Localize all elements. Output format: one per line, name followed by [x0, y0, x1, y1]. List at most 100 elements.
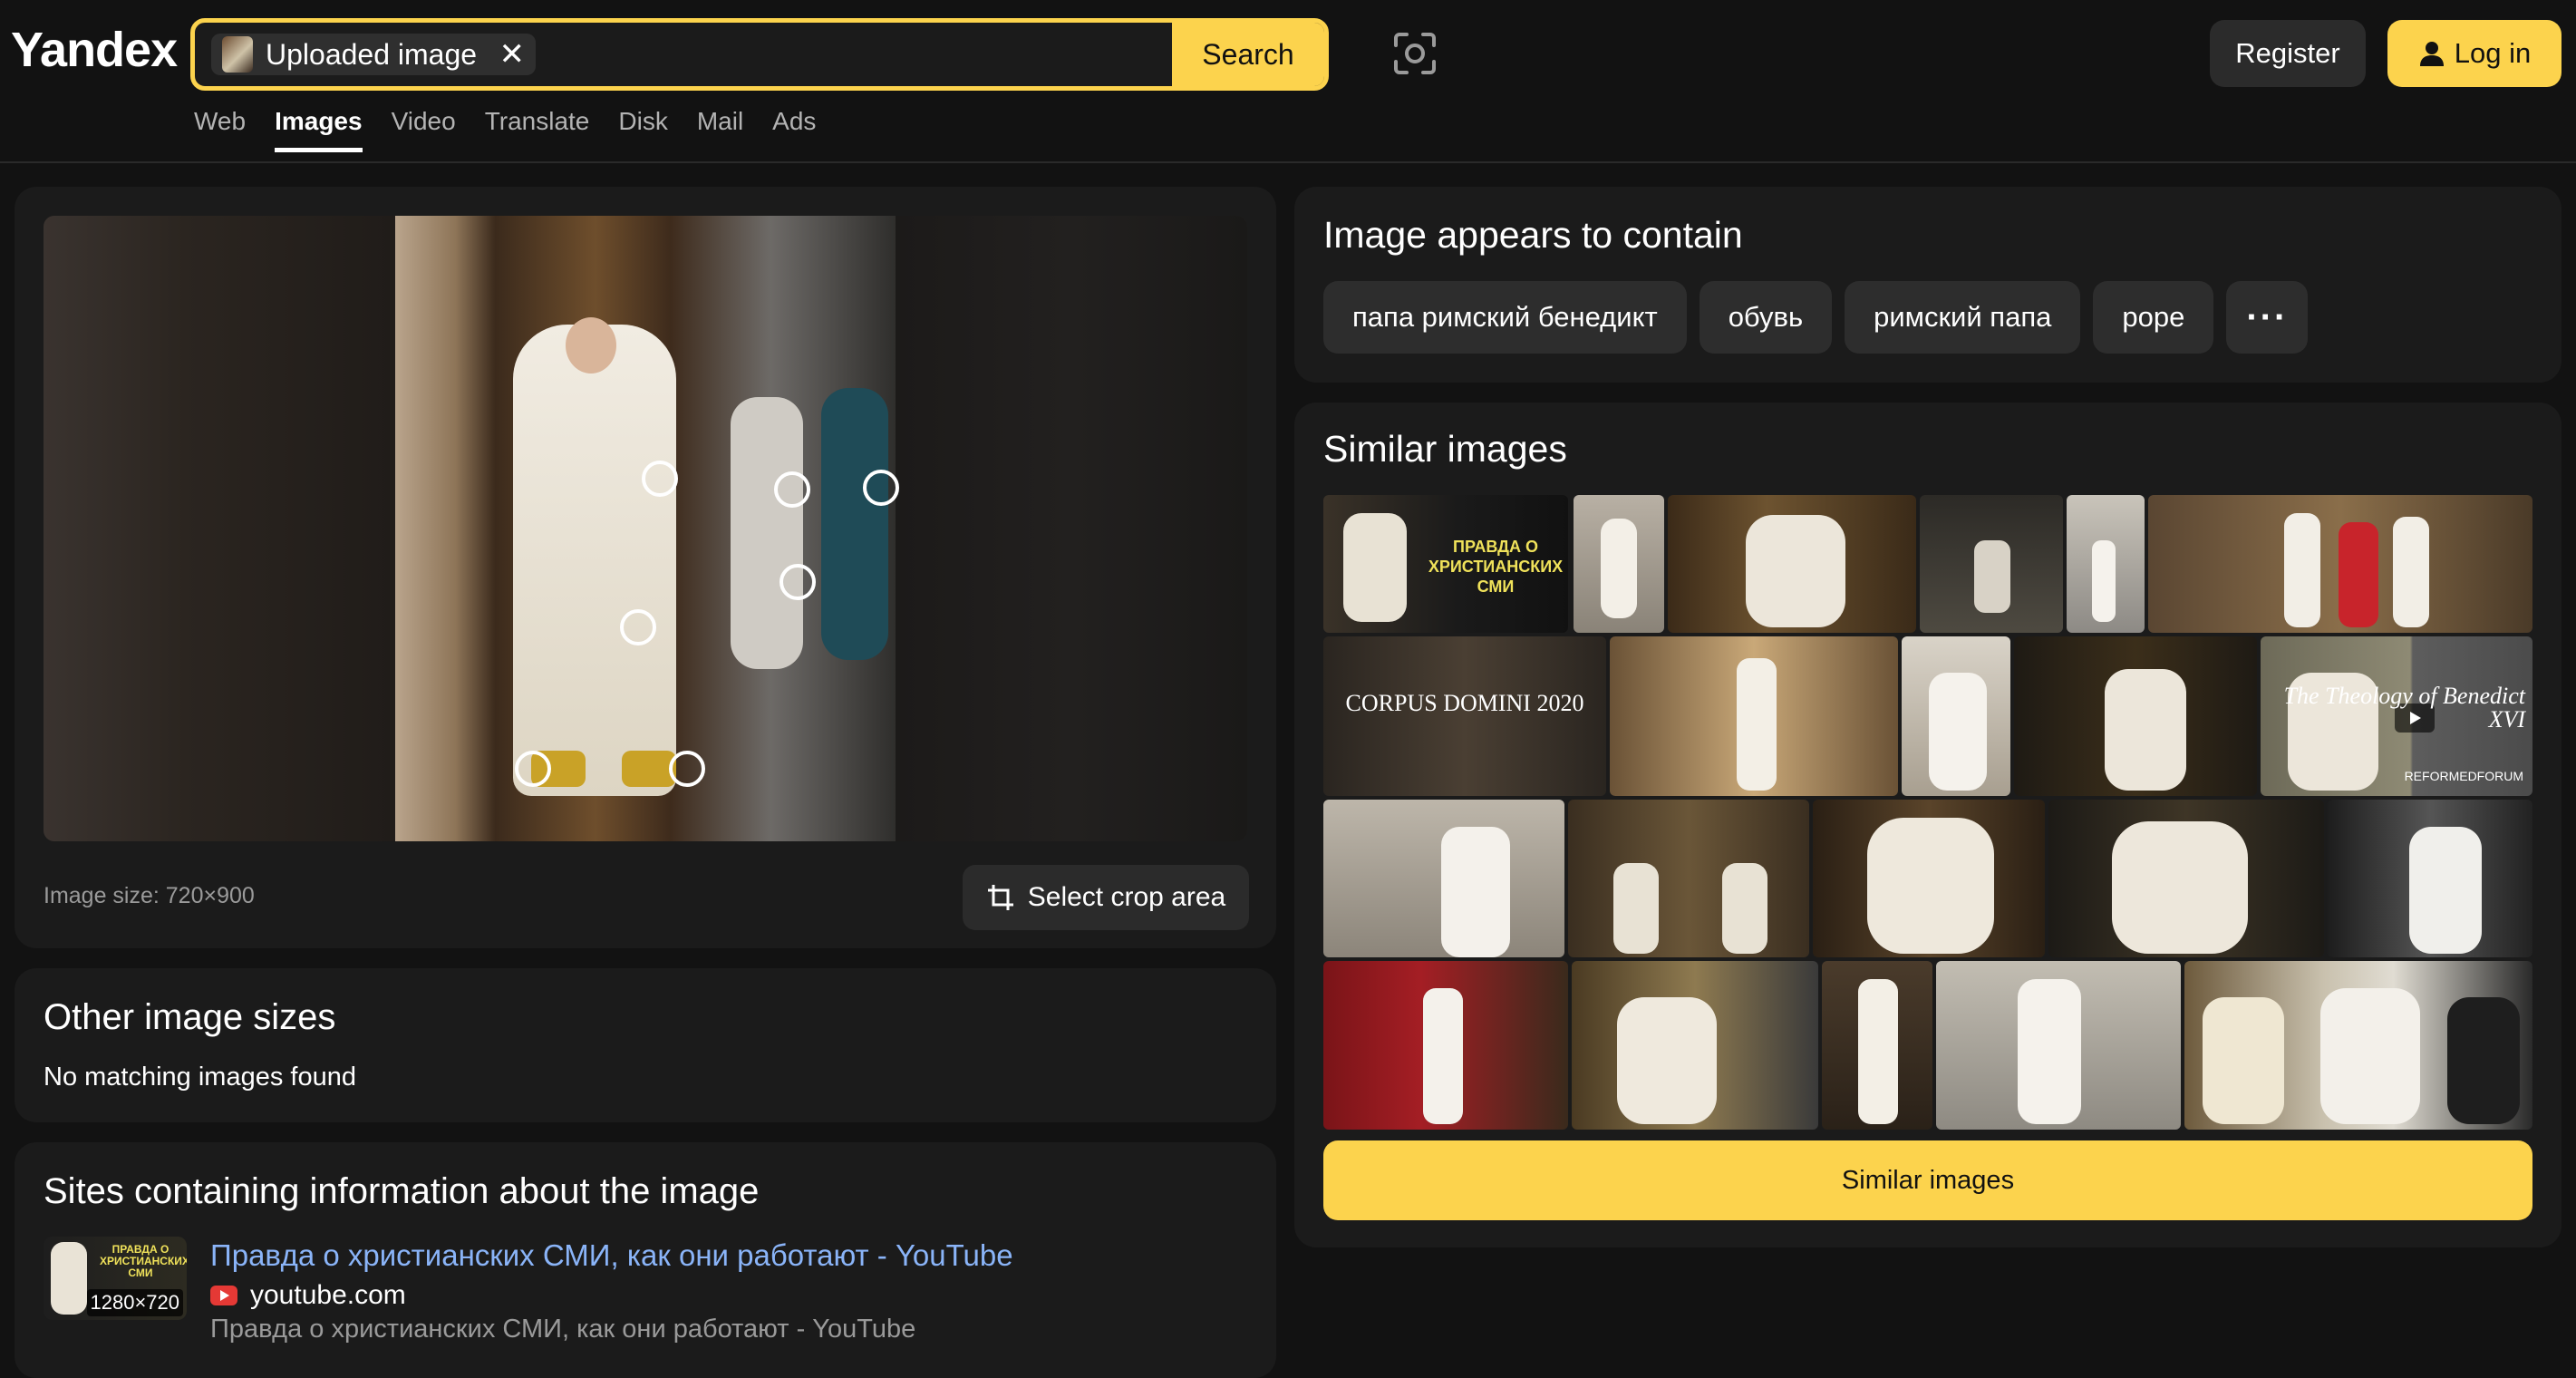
image-size-label: Image size: 720×900 — [44, 883, 255, 908]
blurred-background-right — [896, 216, 1247, 841]
similar-image-figure — [1722, 863, 1767, 954]
object-hotspot[interactable] — [863, 470, 899, 506]
similar-image-figure — [1858, 979, 1898, 1124]
tab-mail[interactable]: Mail — [697, 107, 743, 152]
similar-image[interactable] — [2328, 800, 2532, 957]
similar-image[interactable] — [1668, 495, 1916, 633]
object-hotspot[interactable] — [642, 461, 678, 497]
thumbnail-figure — [51, 1242, 87, 1315]
similar-image-figure — [2409, 827, 2482, 954]
site-thumbnail[interactable]: ПРАВДА О ХРИСТИАНСКИХ СМИ 1280×720 — [44, 1237, 187, 1320]
similar-image[interactable] — [1936, 961, 2181, 1130]
crop-icon — [987, 885, 1013, 910]
object-hotspot[interactable] — [620, 609, 656, 645]
image-search-lens-icon[interactable] — [1392, 31, 1438, 76]
similar-image-caption: The Theology of Benedict XVI — [2283, 682, 2525, 733]
person-in-teal-suit — [821, 388, 888, 660]
similar-image-caption: ПРАВДА О ХРИСТИАНСКИХ СМИ — [1428, 537, 1564, 596]
select-crop-area-button[interactable]: Select crop area — [963, 865, 1249, 930]
pope-figure — [513, 325, 676, 796]
search-button[interactable]: Search — [1172, 23, 1324, 86]
similar-image[interactable] — [2067, 495, 2145, 633]
search-bar[interactable]: Uploaded image ✕ Search — [190, 18, 1329, 91]
similar-image[interactable] — [1568, 800, 1809, 957]
similar-image[interactable] — [2148, 495, 2532, 633]
uploaded-image-chip[interactable]: Uploaded image ✕ — [211, 34, 536, 75]
image-contains-title: Image appears to contain — [1323, 214, 1743, 256]
object-hotspot[interactable] — [669, 751, 705, 787]
site-domain[interactable]: youtube.com — [210, 1280, 406, 1311]
gold-shoe-right — [622, 751, 676, 787]
site-description: Правда о христианских СМИ, как они работ… — [210, 1315, 916, 1344]
clear-image-icon[interactable]: ✕ — [499, 36, 526, 73]
similar-image-figure — [1929, 673, 1987, 791]
tab-images[interactable]: Images — [275, 107, 363, 152]
similar-image-figure — [2393, 517, 2429, 627]
similar-image-figure — [2112, 821, 2248, 954]
similar-image[interactable] — [1813, 800, 2045, 957]
tag-pope[interactable]: pope — [2093, 281, 2214, 354]
similar-image-caption: CORPUS DOMINI 2020 — [1345, 689, 1584, 716]
pope-photo — [395, 216, 896, 841]
object-hotspot[interactable] — [780, 564, 816, 600]
object-hotspot[interactable] — [515, 751, 551, 787]
tab-web[interactable]: Web — [194, 107, 246, 152]
tab-video[interactable]: Video — [392, 107, 456, 152]
similar-image-figure — [1746, 515, 1845, 627]
thumbnail-caption: ПРАВДА О ХРИСТИАНСКИХ СМИ — [100, 1243, 187, 1279]
tag-footwear[interactable]: обувь — [1699, 281, 1833, 354]
similar-image-figure — [2284, 513, 2320, 627]
similar-image[interactable]: ПРАВДА О ХРИСТИАНСКИХ СМИ — [1323, 495, 1568, 633]
similar-image[interactable] — [1574, 495, 1664, 633]
similar-image-figure — [2447, 997, 2520, 1124]
similar-image[interactable]: CORPUS DOMINI 2020 — [1323, 636, 1606, 796]
user-icon — [2419, 42, 2444, 66]
other-sizes-panel: Other image sizes No matching images fou… — [15, 968, 1276, 1122]
tag-pope-benedict[interactable]: папа римский бенедикт — [1323, 281, 1687, 354]
similar-image-figure — [2018, 979, 2081, 1124]
login-button[interactable]: Log in — [2387, 20, 2561, 87]
tab-ads[interactable]: Ads — [772, 107, 816, 152]
tab-disk[interactable]: Disk — [618, 107, 667, 152]
object-hotspot[interactable] — [774, 471, 810, 508]
header-divider — [0, 161, 2576, 163]
similar-image[interactable] — [1920, 495, 2063, 633]
similar-image[interactable] — [1323, 961, 1568, 1130]
similar-image[interactable] — [1572, 961, 1818, 1130]
sites-title: Sites containing information about the i… — [44, 1171, 760, 1211]
similar-image-figure — [1423, 988, 1463, 1124]
similar-image-figure — [1617, 997, 1717, 1124]
sites-panel: Sites containing information about the i… — [15, 1142, 1276, 1378]
similar-image-figure — [2203, 997, 2284, 1124]
crop-button-label: Select crop area — [1027, 882, 1226, 912]
similar-image[interactable] — [2048, 800, 2324, 957]
uploaded-image-thumbnail — [222, 36, 253, 73]
pope-head — [566, 317, 616, 374]
similar-image[interactable] — [2014, 636, 2257, 796]
tag-list: папа римский бенедикт обувь римский папа… — [1323, 281, 2309, 354]
tab-translate[interactable]: Translate — [485, 107, 590, 152]
register-button[interactable]: Register — [2210, 20, 2366, 87]
similar-image-figure — [1343, 513, 1407, 622]
login-label: Log in — [2454, 37, 2532, 69]
similar-images-panel: Similar images ПРАВДА О ХРИСТИАНСКИХ СМИ… — [1294, 403, 2561, 1247]
similar-image[interactable] — [1902, 636, 2010, 796]
similar-image-figure — [1441, 827, 1510, 957]
yandex-logo[interactable]: Yandex — [11, 22, 178, 78]
tag-roman-pope[interactable]: римский папа — [1845, 281, 2081, 354]
similar-image[interactable]: The Theology of Benedict XVI REFORMEDFOR… — [2261, 636, 2532, 796]
site-title-link[interactable]: Правда о христианских СМИ, как они работ… — [210, 1238, 1013, 1273]
similar-images-button[interactable]: Similar images — [1323, 1140, 2532, 1220]
more-tags-button[interactable]: ··· — [2226, 281, 2309, 354]
image-contains-panel: Image appears to contain папа римский бе… — [1294, 187, 2561, 383]
blurred-background-left — [44, 216, 395, 841]
similar-image[interactable] — [1610, 636, 1898, 796]
similar-image[interactable] — [1822, 961, 1932, 1130]
other-sizes-title: Other image sizes — [44, 997, 336, 1037]
similar-images-title: Similar images — [1323, 428, 1567, 470]
similar-image-figure — [1974, 540, 2010, 613]
similar-image[interactable] — [1323, 800, 1564, 957]
site-domain-label: youtube.com — [250, 1280, 406, 1310]
similar-image[interactable] — [2184, 961, 2532, 1130]
similar-image-figure — [1613, 863, 1659, 954]
